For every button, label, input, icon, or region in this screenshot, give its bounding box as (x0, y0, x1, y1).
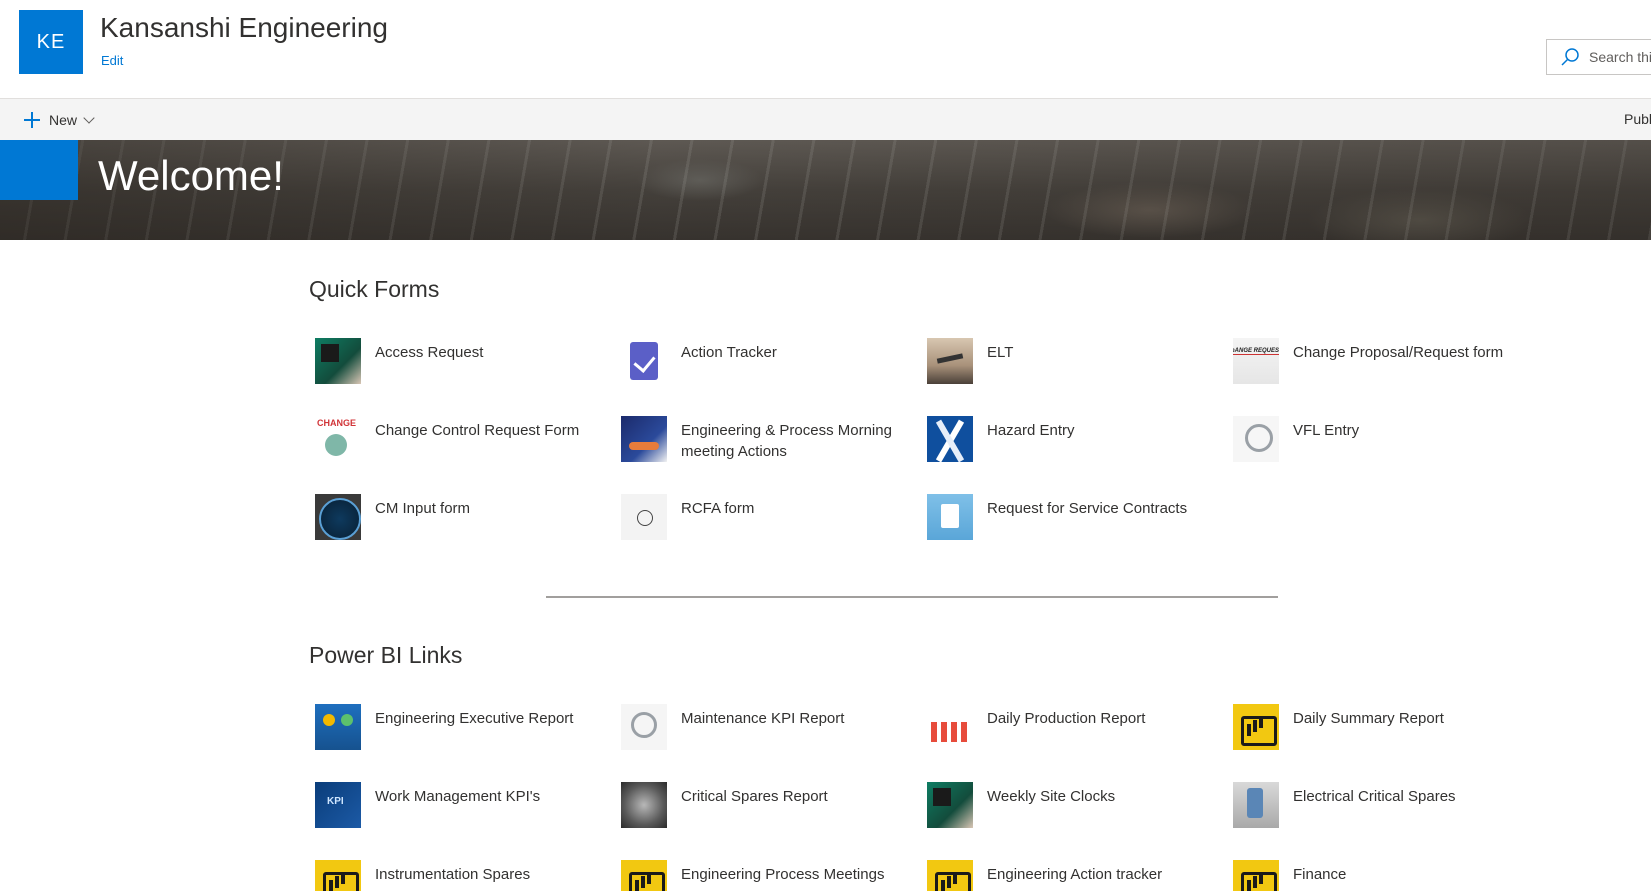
power-bi-icon (1233, 860, 1279, 891)
new-button[interactable]: New (24, 108, 95, 132)
bi-link-engineering-executive[interactable]: Engineering Executive Report (315, 704, 600, 750)
power-bi-links-title: Power BI Links (309, 642, 463, 668)
keypad-icon (927, 782, 973, 828)
quick-link-label: Change Control Request Form (375, 422, 580, 439)
bi-link-instrumentation-spares[interactable]: Instrumentation Spares (315, 860, 600, 891)
airplane-icon (927, 338, 973, 384)
magnifier-gears-icon (1233, 416, 1279, 462)
production-icon (927, 704, 973, 750)
quick-link-morning-meeting[interactable]: Engineering & Process Morning meeting Ac… (621, 416, 906, 462)
condition-monitoring-icon (315, 494, 361, 540)
bi-link-finance[interactable]: Finance (1233, 860, 1518, 891)
bi-link-daily-summary[interactable]: Daily Summary Report (1233, 704, 1518, 750)
quick-link-label: VFL Entry (1293, 422, 1360, 439)
quick-link-action-tracker[interactable]: Action Tracker (621, 338, 906, 384)
power-bi-icon (927, 860, 973, 891)
bi-link-maintenance-kpi[interactable]: Maintenance KPI Report (621, 704, 906, 750)
electrical-icon (1233, 782, 1279, 828)
search-box[interactable] (1546, 39, 1651, 75)
quick-link-rcfa-form[interactable]: RCFA form (621, 494, 906, 540)
team-meeting-icon (621, 416, 667, 462)
quick-link-label: Engineering & Process Morning meeting Ac… (681, 422, 892, 460)
site-logo[interactable]: KE (19, 10, 83, 74)
bi-link-label: Daily Production Report (987, 710, 1146, 727)
gears-icon (621, 782, 667, 828)
bi-link-label: Engineering Process Meetings (681, 866, 885, 883)
site-logo-initials: KE (36, 30, 66, 53)
section-divider (546, 596, 1278, 598)
command-bar: New (0, 99, 1651, 140)
bi-link-label: Daily Summary Report (1293, 710, 1444, 727)
chevron-down-icon (83, 112, 95, 124)
quick-link-vfl-entry[interactable]: VFL Entry (1233, 416, 1518, 462)
bi-link-weekly-site-clocks[interactable]: Weekly Site Clocks (927, 782, 1212, 828)
engineering-icon (315, 704, 361, 750)
site-header: KE Kansanshi Engineering Edit (0, 0, 1651, 99)
bi-link-label: Instrumentation Spares (375, 866, 531, 883)
new-button-label: New (49, 112, 78, 128)
plus-icon (24, 112, 40, 128)
quick-link-hazard-entry[interactable]: Hazard Entry (927, 416, 1212, 462)
bi-link-label: Maintenance KPI Report (681, 710, 845, 727)
search-input[interactable] (1589, 49, 1651, 65)
power-bi-icon (621, 860, 667, 891)
quick-link-label: ELT (987, 344, 1014, 361)
quick-link-label: Change Proposal/Request form (1293, 344, 1504, 361)
quick-link-cm-input[interactable]: CM Input form (315, 494, 600, 540)
kpi-icon (315, 782, 361, 828)
bi-link-engineering-process-meetings[interactable]: Engineering Process Meetings (621, 860, 906, 891)
quick-link-label: Hazard Entry (987, 422, 1075, 439)
publish-button[interactable]: Publ (1624, 111, 1651, 127)
change-icon (315, 416, 361, 462)
bi-link-label: Critical Spares Report (681, 788, 828, 805)
hazard-logo-icon (927, 416, 973, 462)
edit-link[interactable]: Edit (101, 53, 123, 68)
bi-link-engineering-action-tracker[interactable]: Engineering Action tracker (927, 860, 1212, 891)
power-bi-icon (315, 860, 361, 891)
banner-accent-block (0, 140, 78, 200)
quick-link-change-control[interactable]: Change Control Request Form (315, 416, 600, 462)
bi-link-label: Engineering Executive Report (375, 710, 574, 727)
magnifier-gears-icon (621, 704, 667, 750)
search-icon (1559, 46, 1581, 68)
quick-link-label: Action Tracker (681, 344, 777, 361)
hero-banner: Welcome! (0, 140, 1651, 240)
bi-link-label: Engineering Action tracker (987, 866, 1163, 883)
contract-icon (927, 494, 973, 540)
bi-link-electrical-critical-spares[interactable]: Electrical Critical Spares (1233, 782, 1518, 828)
quick-link-elt[interactable]: ELT (927, 338, 1212, 384)
quick-link-change-proposal[interactable]: Change Proposal/Request form (1233, 338, 1518, 384)
quick-link-label: Access Request (375, 344, 484, 361)
bi-link-label: Electrical Critical Spares (1293, 788, 1456, 805)
bi-link-daily-production[interactable]: Daily Production Report (927, 704, 1212, 750)
quick-link-label: RCFA form (681, 500, 755, 517)
quick-forms-title: Quick Forms (309, 276, 440, 302)
quick-link-access-request[interactable]: Access Request (315, 338, 600, 384)
quick-link-label: Request for Service Contracts (987, 500, 1188, 517)
flowchart-icon (621, 494, 667, 540)
change-request-icon (1233, 338, 1279, 384)
power-bi-icon (1233, 704, 1279, 750)
quick-link-service-contracts[interactable]: Request for Service Contracts (927, 494, 1212, 540)
bi-link-label: Work Management KPI's (375, 788, 541, 805)
bi-link-work-management-kpi[interactable]: Work Management KPI's (315, 782, 600, 828)
clipboard-check-icon (621, 338, 667, 384)
bi-link-label: Weekly Site Clocks (987, 788, 1116, 805)
bi-link-label: Finance (1293, 866, 1347, 883)
keypad-icon (315, 338, 361, 384)
banner-title: Welcome! (98, 152, 284, 199)
site-title[interactable]: Kansanshi Engineering (100, 12, 388, 44)
bi-link-critical-spares[interactable]: Critical Spares Report (621, 782, 906, 828)
quick-link-label: CM Input form (375, 500, 471, 517)
